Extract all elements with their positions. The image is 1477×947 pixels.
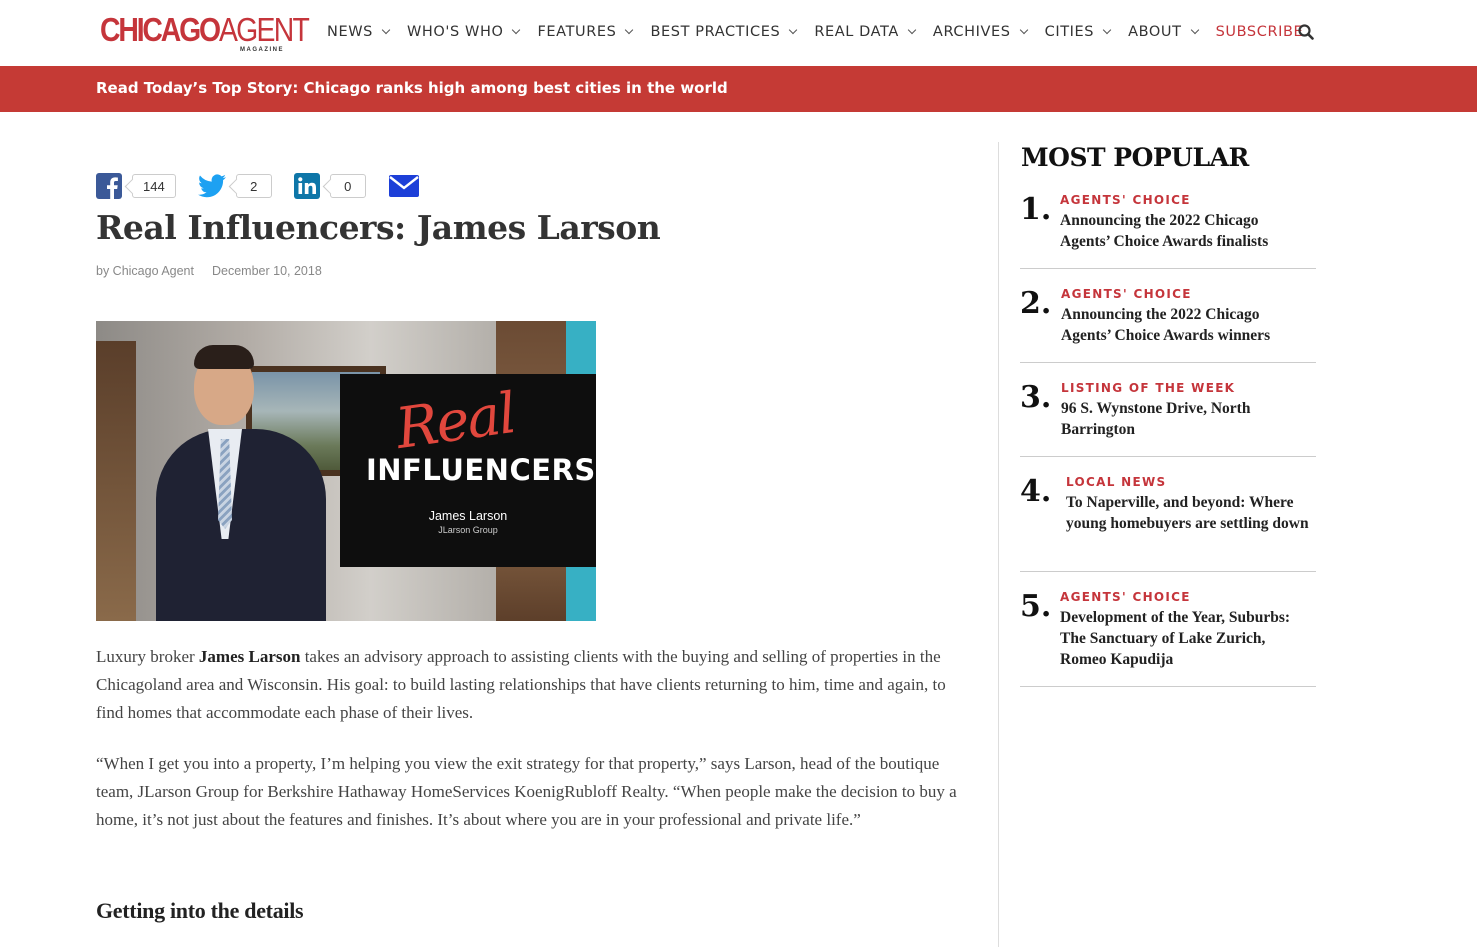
hero-image: Real INFLUENCERS James Larson JLarson Gr… [96, 321, 596, 621]
twitter-share-count: 2 [235, 174, 272, 198]
popular-rank: 3. [1020, 380, 1052, 415]
top-story-link[interactable]: Read Today’s Top Story: Chicago ranks hi… [96, 79, 728, 97]
popular-rank: 5. [1020, 589, 1052, 624]
top-story-banner: Read Today’s Top Story: Chicago ranks hi… [0, 66, 1477, 112]
facebook-share[interactable]: 144 [96, 173, 176, 199]
popular-rank: 1. [1020, 192, 1052, 227]
popular-category[interactable]: LOCAL NEWS [1066, 475, 1166, 489]
article-subhead: Getting into the details [96, 898, 304, 923]
chevron-down-icon [1019, 25, 1028, 35]
article-paragraph-1: Luxury broker James Larson takes an advi… [96, 647, 946, 722]
share-bar: 144 2 0 [96, 172, 442, 200]
main-nav: NEWS WHO'S WHO FEATURES BEST PRACTICES R… [327, 20, 1303, 44]
chevron-down-icon [907, 25, 917, 35]
twitter-share[interactable]: 2 [197, 174, 272, 198]
facebook-icon [96, 173, 122, 199]
popular-category[interactable]: LISTING OF THE WEEK [1061, 381, 1235, 395]
hero-person-hair [194, 345, 254, 369]
chevron-down-icon [512, 25, 521, 35]
popular-rank: 4. [1020, 474, 1052, 509]
nav-subscribe[interactable]: SUBSCRIBE [1216, 24, 1304, 40]
chevron-down-icon [625, 25, 634, 35]
email-share[interactable] [388, 174, 420, 198]
author-link[interactable]: by Chicago Agent [96, 264, 194, 278]
logo-subtitle: MAGAZINE [240, 47, 284, 53]
popular-title[interactable]: Announcing the 2022 Chicago Agents’ Choi… [1060, 210, 1310, 252]
twitter-icon [197, 174, 226, 198]
search-icon[interactable] [1298, 24, 1314, 40]
hero-cabinet-left [96, 341, 136, 621]
popular-category[interactable]: AGENTS' CHOICE [1061, 287, 1192, 301]
popular-item-1[interactable]: 1. AGENTS' CHOICE Announcing the 2022 Ch… [1020, 193, 1316, 269]
popular-item-5[interactable]: 5. AGENTS' CHOICE Development of the Yea… [1020, 590, 1316, 687]
hero-person-suit [156, 429, 326, 621]
hero-name: James Larson [428, 509, 508, 523]
nav-whos-who[interactable]: WHO'S WHO [407, 24, 521, 40]
article-paragraph-2: “When I get you into a property, I’m hel… [96, 754, 957, 829]
most-popular-title: MOST POPULAR [1021, 143, 1249, 172]
column-divider [998, 142, 999, 947]
nav-real-data[interactable]: REAL DATA [814, 24, 917, 40]
chevron-down-icon [381, 25, 391, 35]
nav-best-practices[interactable]: BEST PRACTICES [650, 24, 798, 40]
nav-archives[interactable]: ARCHIVES [933, 24, 1028, 40]
subject-name: James Larson [198, 647, 301, 666]
nav-cities[interactable]: CITIES [1045, 24, 1112, 40]
chevron-down-icon [1102, 25, 1112, 35]
hero-influencers-text: INFLUENCERS [366, 453, 596, 487]
facebook-share-count: 144 [132, 174, 176, 198]
nav-news[interactable]: NEWS [327, 24, 391, 40]
popular-item-2[interactable]: 2. AGENTS' CHOICE Announcing the 2022 Ch… [1020, 287, 1316, 363]
site-logo[interactable]: CHICAGOAGENT MAGAZINE [100, 12, 310, 56]
popular-category[interactable]: AGENTS' CHOICE [1060, 193, 1191, 207]
chevron-down-icon [789, 25, 798, 35]
popular-title[interactable]: Development of the Year, Suburbs: The Sa… [1060, 607, 1310, 670]
popular-category[interactable]: AGENTS' CHOICE [1060, 590, 1191, 604]
site-header: CHICAGOAGENT MAGAZINE NEWS WHO'S WHO FEA… [0, 0, 1477, 66]
popular-title[interactable]: To Naperville, and beyond: Where young h… [1066, 492, 1316, 534]
hero-group: JLarson Group [438, 525, 498, 535]
popular-rank: 2. [1020, 286, 1052, 321]
envelope-icon [388, 175, 419, 197]
linkedin-icon [293, 173, 320, 199]
popular-item-4[interactable]: 4. LOCAL NEWS To Naperville, and beyond:… [1020, 475, 1316, 572]
popular-item-3[interactable]: 3. LISTING OF THE WEEK 96 S. Wynstone Dr… [1020, 381, 1316, 457]
logo-wordmark: CHICAGOAGENT [100, 11, 310, 48]
nav-about[interactable]: ABOUT [1128, 24, 1199, 40]
linkedin-share-count: 0 [329, 174, 366, 198]
popular-title[interactable]: 96 S. Wynstone Drive, North Barrington [1061, 398, 1311, 440]
byline: by Chicago Agent December 10, 2018 [96, 264, 322, 278]
popular-title[interactable]: Announcing the 2022 Chicago Agents’ Choi… [1061, 304, 1311, 346]
chevron-down-icon [1190, 25, 1199, 35]
nav-features[interactable]: FEATURES [537, 24, 634, 40]
publish-date: December 10, 2018 [212, 264, 322, 278]
article-title: Real Influencers: James Larson [96, 208, 661, 247]
linkedin-share[interactable]: 0 [293, 173, 366, 199]
